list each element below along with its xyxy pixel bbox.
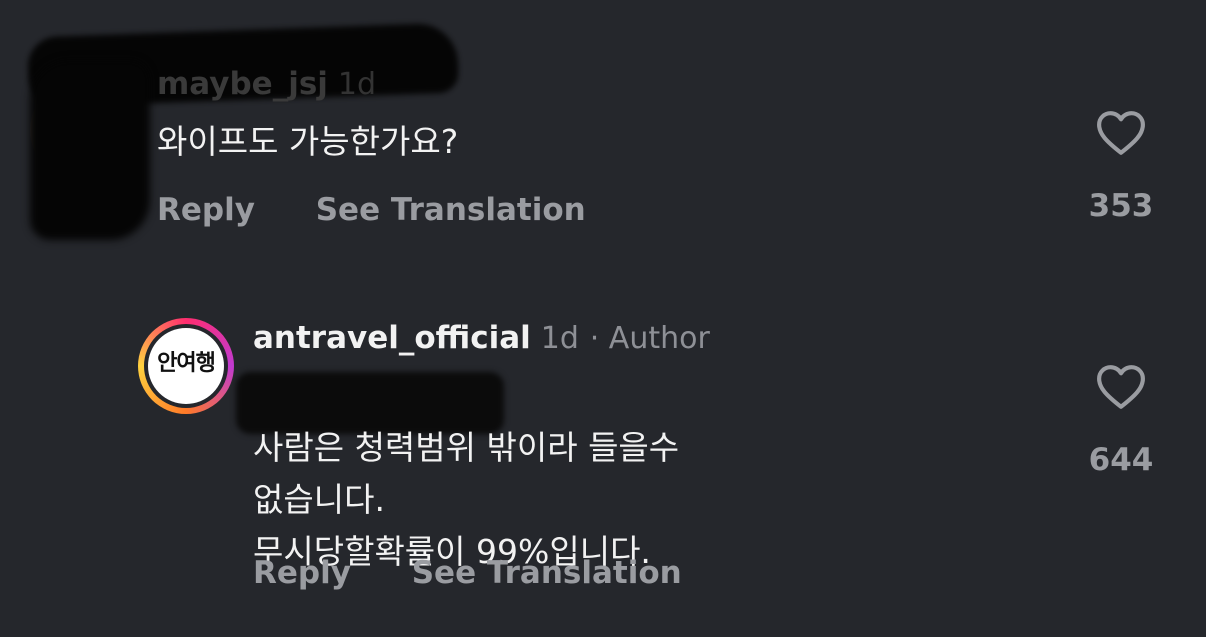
comment-actions: Reply See Translation <box>253 555 682 591</box>
see-translation-button[interactable]: See Translation <box>412 555 682 591</box>
like-count: 644 <box>1088 442 1154 478</box>
reply-button[interactable]: Reply <box>253 555 351 591</box>
brand-logo: 안여행 <box>148 328 224 404</box>
comment-antravel-official: 안여행 antravel_official 1d · Author 사람은 청력범… <box>0 0 1206 591</box>
heart-outline-icon[interactable] <box>1096 364 1146 410</box>
comment-time: 1d <box>540 321 579 356</box>
author-badge: · Author <box>589 321 710 356</box>
comment-text: 사람은 청력범위 밖이라 들을수 없습니다. 무시당할확률이 99%입니다. <box>253 428 680 571</box>
avatar[interactable]: 안여행 <box>138 318 234 414</box>
comment-username[interactable]: antravel_official 1d · Author <box>253 320 710 356</box>
